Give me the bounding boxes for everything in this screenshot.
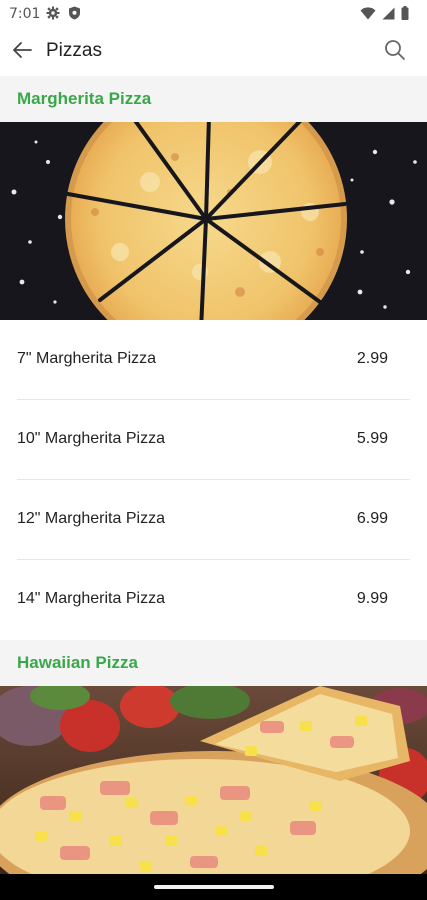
app-toolbar: Pizzas — [0, 28, 427, 76]
search-button[interactable] — [381, 38, 409, 66]
item-price: 9.99 — [356, 590, 388, 607]
battery-icon — [401, 6, 409, 20]
status-time: 7:01 — [9, 6, 41, 22]
list-item[interactable]: 7" Margherita Pizza 2.99 — [0, 320, 427, 400]
status-right-icons — [360, 6, 409, 20]
arrow-left-icon — [11, 39, 33, 66]
list-item[interactable]: 12" Margherita Pizza 6.99 — [0, 480, 427, 560]
section-header-hawaiian: Hawaiian Pizza — [0, 640, 427, 686]
shield-icon — [68, 6, 81, 20]
margherita-item-list: 7" Margherita Pizza 2.99 10" Margherita … — [0, 320, 427, 640]
item-price: 2.99 — [356, 350, 388, 367]
section-header-margherita: Margherita Pizza — [0, 76, 427, 122]
back-button[interactable] — [8, 38, 36, 66]
item-name: 7" Margherita Pizza — [17, 350, 157, 367]
section-title: Hawaiian Pizza — [17, 653, 138, 672]
item-name: 14" Margherita Pizza — [17, 590, 165, 607]
status-bar: 7:01 — [0, 0, 427, 28]
item-price: 5.99 — [356, 430, 388, 447]
item-name: 12" Margherita Pizza — [17, 510, 165, 527]
margherita-pizza-photo — [0, 122, 427, 320]
search-icon — [384, 39, 406, 66]
gear-icon — [46, 6, 60, 20]
wifi-icon — [360, 6, 376, 20]
list-item[interactable]: 10" Margherita Pizza 5.99 — [0, 400, 427, 480]
signal-icon — [382, 7, 395, 20]
status-left-icons — [46, 6, 81, 20]
item-price: 6.99 — [356, 510, 388, 527]
home-gesture-handle[interactable] — [154, 885, 274, 889]
system-nav-bar — [0, 874, 427, 900]
section-title: Margherita Pizza — [17, 89, 152, 108]
hawaiian-pizza-photo — [0, 686, 427, 874]
page-title: Pizzas — [46, 40, 102, 61]
list-item[interactable]: 14" Margherita Pizza 9.99 — [0, 560, 427, 640]
item-name: 10" Margherita Pizza — [17, 430, 165, 447]
menu-content[interactable]: Margherita Pizza 7" Margherita Pizza 2.9… — [0, 76, 427, 874]
